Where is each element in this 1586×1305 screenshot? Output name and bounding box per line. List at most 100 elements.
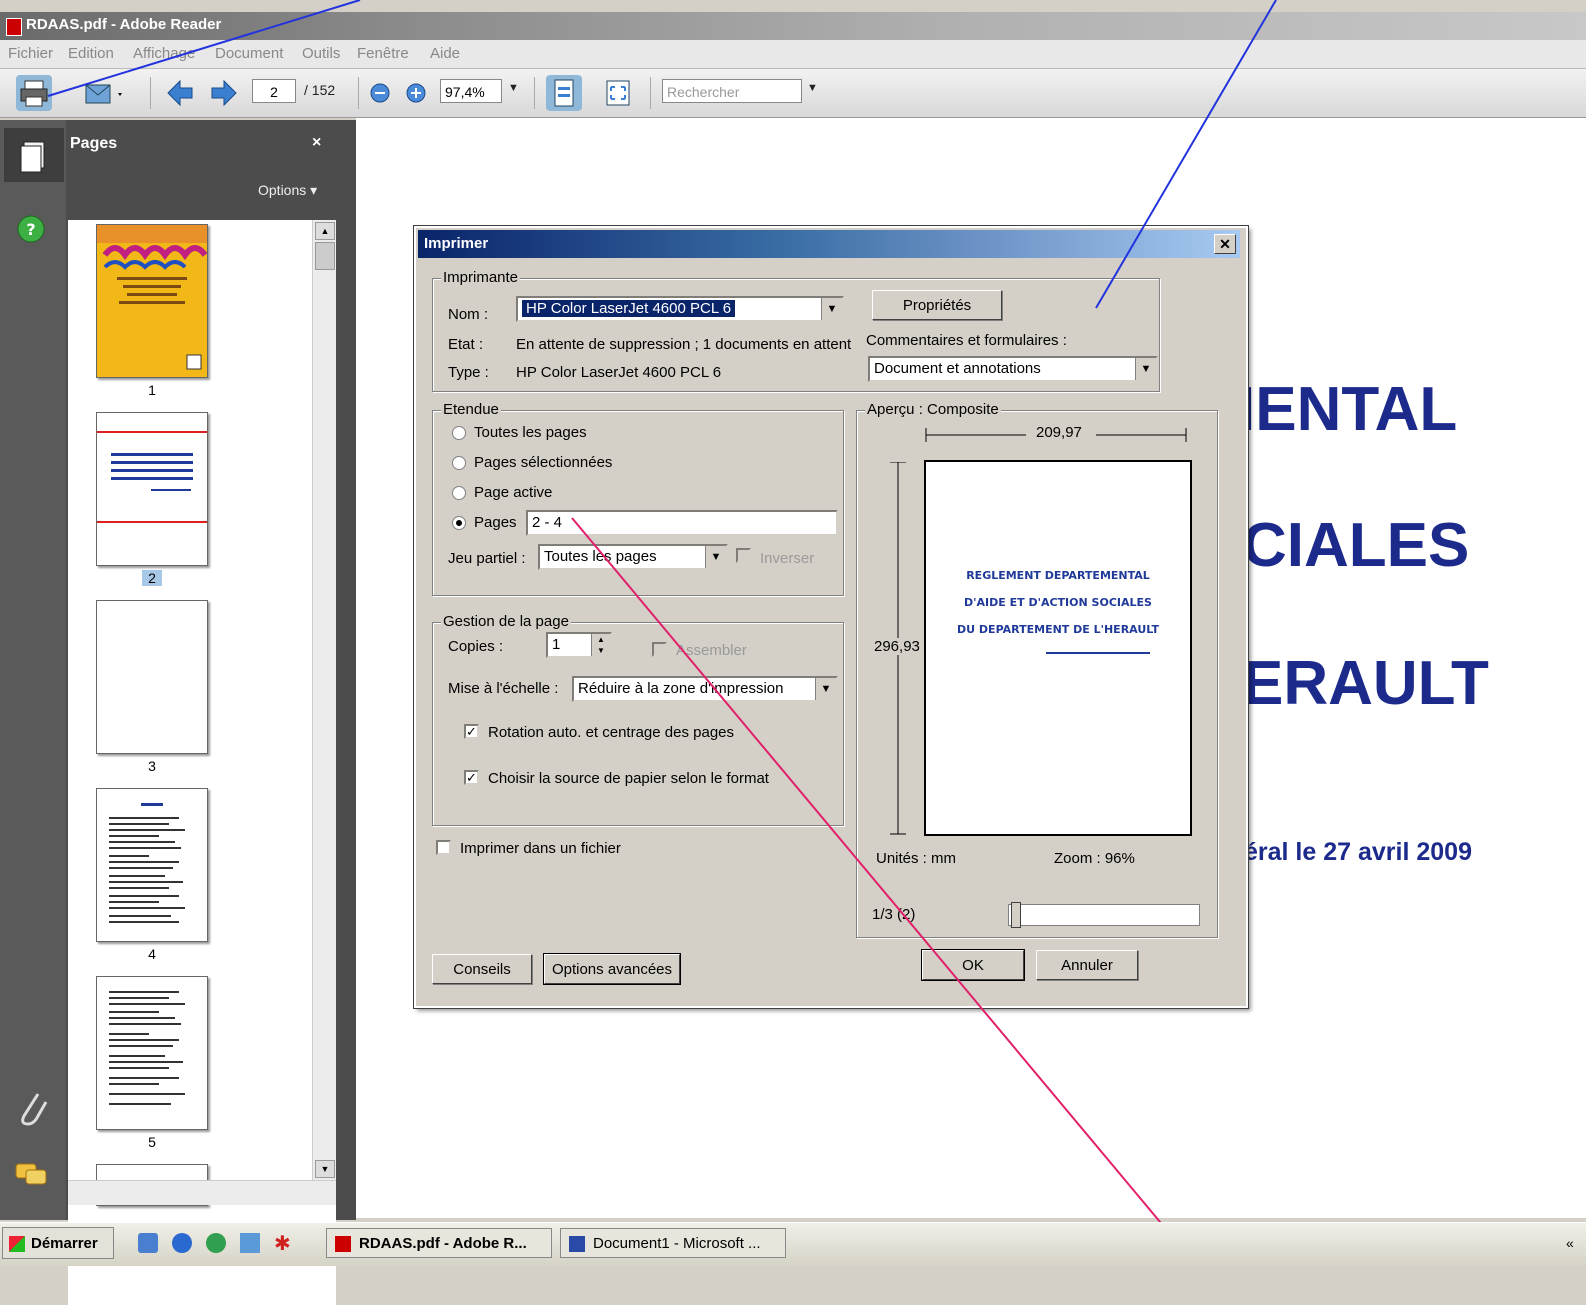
zoom-out-button[interactable]	[366, 75, 394, 111]
close-icon[interactable]: ✕	[1214, 234, 1236, 254]
scroll-down-icon[interactable]: ▼	[315, 1160, 335, 1178]
page-number-input[interactable]: 2	[252, 79, 296, 103]
spinner-arrows-icon[interactable]: ▲ ▼	[591, 634, 610, 656]
help-icon[interactable]: ?	[14, 212, 48, 246]
zoom-level-input[interactable]: 97,4%	[440, 79, 502, 103]
reverse-checkbox[interactable]	[736, 548, 751, 563]
chevron-down-icon: ▼	[705, 546, 726, 568]
page-thumbnail[interactable]	[96, 600, 208, 754]
print-to-file-label: Imprimer dans un fichier	[460, 840, 621, 857]
menu-outils[interactable]: Outils	[302, 45, 340, 62]
comments-icon[interactable]	[12, 1158, 52, 1192]
thumbnail-list[interactable]: 1 2 3 4 5 ▲ ▼	[68, 220, 336, 1305]
quicklaunch-icon[interactable]	[138, 1233, 158, 1253]
scroll-up-icon[interactable]: ▲	[315, 222, 335, 240]
word-app-icon	[569, 1236, 585, 1252]
page-total: / 152	[304, 82, 336, 98]
print-range-group-label: Etendue	[441, 401, 501, 418]
zoom-in-button[interactable]	[402, 75, 430, 111]
auto-rotate-label: Rotation auto. et centrage des pages	[488, 724, 735, 741]
menu-fichier[interactable]: Fichier	[8, 45, 53, 62]
toolbar: 2 / 152 97,4% ▼ Rechercher ▼	[0, 69, 1586, 118]
document-date-line: éral le 27 avril 2009	[1244, 838, 1472, 866]
preview-text-line: DU DEPARTEMENT DE L'HERAULT	[957, 623, 1159, 636]
chevron-down-icon: ▼	[1135, 358, 1156, 380]
menu-document[interactable]: Document	[215, 45, 283, 62]
print-button[interactable]	[16, 75, 52, 111]
printer-group-label: Imprimante	[441, 269, 521, 286]
page-handling-group-label: Gestion de la page	[441, 613, 571, 630]
subset-select[interactable]: Toutes les pages ▼	[538, 544, 728, 570]
page-thumbnail[interactable]	[96, 788, 208, 942]
preview-small-text	[1046, 652, 1150, 654]
zoom-out-icon	[370, 83, 390, 103]
attachment-paperclip-icon[interactable]	[14, 1088, 50, 1128]
menu-aide[interactable]: Aide	[430, 45, 460, 62]
preview-page-counter: 1/3 (2)	[872, 906, 916, 923]
printer-name-select[interactable]: HP Color LaserJet 4600 PCL 6 ▼	[516, 296, 844, 322]
slider-thumb[interactable]	[1011, 902, 1021, 928]
taskbar: Démarrer ✱ RDAAS.pdf - Adobe R... Docume…	[0, 1222, 1586, 1266]
full-screen-button[interactable]	[600, 75, 636, 111]
page-thumbnail[interactable]	[96, 224, 208, 378]
tray-expand-icon[interactable]: «	[1566, 1235, 1574, 1251]
pages-tab[interactable]	[4, 128, 64, 182]
thumbnail-vertical-scrollbar[interactable]: ▲ ▼	[312, 220, 336, 1190]
search-dropdown-arrow-icon[interactable]: ▼	[807, 82, 818, 94]
pages-panel-title: Pages	[70, 135, 118, 152]
printer-type-label: Type :	[448, 364, 489, 381]
copies-stepper[interactable]: 1 ▲ ▼	[546, 632, 612, 658]
radio-pages[interactable]	[452, 516, 466, 530]
comments-forms-select[interactable]: Document et annotations ▼	[868, 356, 1158, 382]
window-title-bar: RDAAS.pdf - Adobe Reader	[0, 12, 1586, 40]
page-thumbnail[interactable]	[96, 976, 208, 1130]
next-page-button[interactable]	[206, 75, 242, 111]
collate-checkbox[interactable]	[652, 642, 667, 657]
media-icon[interactable]	[206, 1233, 226, 1253]
previous-page-button[interactable]	[162, 75, 198, 111]
preview-height-value: 296,93	[874, 638, 920, 655]
menu-affichage[interactable]: Affichage	[133, 45, 195, 62]
toolbar-separator	[150, 77, 151, 109]
print-to-file-checkbox[interactable]	[436, 840, 451, 855]
paper-source-checkbox[interactable]: ✓	[464, 770, 479, 785]
page-fit-icon	[554, 79, 574, 107]
zoom-in-icon	[406, 83, 426, 103]
page-number-label: 3	[148, 758, 156, 774]
zoom-dropdown-arrow-icon[interactable]: ▼	[508, 82, 519, 94]
options-menu-button[interactable]: Options ▾	[258, 182, 317, 199]
email-button[interactable]	[82, 75, 122, 111]
radio-active-page[interactable]	[452, 486, 466, 500]
tips-button[interactable]: Conseils	[432, 954, 532, 984]
page-title-preview	[97, 431, 207, 523]
menu-edition[interactable]: Edition	[68, 45, 114, 62]
ok-button[interactable]: OK	[921, 949, 1025, 981]
menu-fenetre[interactable]: Fenêtre	[357, 45, 409, 62]
pages-range-input[interactable]: 2 - 4	[526, 510, 838, 536]
all-pages-label: Toutes les pages	[474, 424, 587, 441]
scaling-select[interactable]: Réduire à la zone d'impression ▼	[572, 676, 838, 702]
printer-type-value: HP Color LaserJet 4600 PCL 6	[516, 364, 722, 381]
radio-all-pages[interactable]	[452, 426, 466, 440]
auto-rotate-checkbox[interactable]: ✓	[464, 724, 479, 739]
advanced-options-button[interactable]: Options avancées	[543, 953, 681, 985]
browser-icon[interactable]	[172, 1233, 192, 1253]
scroll-thumb[interactable]	[315, 242, 335, 270]
desktop-icon[interactable]	[240, 1233, 260, 1253]
page-thumbnail[interactable]	[96, 412, 208, 566]
radio-selected-pages[interactable]	[452, 456, 466, 470]
single-page-view-button[interactable]	[546, 75, 582, 111]
start-button[interactable]: Démarrer	[2, 1227, 114, 1259]
cancel-button[interactable]: Annuler	[1036, 950, 1138, 980]
taskbar-task-adobe[interactable]: RDAAS.pdf - Adobe R...	[326, 1228, 552, 1258]
app-icon[interactable]: ✱	[274, 1231, 291, 1256]
document-title-line-2: CIALES	[1242, 511, 1470, 580]
thumbnail-horizontal-scrollbar[interactable]	[68, 1180, 336, 1205]
close-icon[interactable]: ×	[312, 134, 321, 152]
properties-button[interactable]: Propriétés	[872, 290, 1002, 320]
taskbar-task-word[interactable]: Document1 - Microsoft ...	[560, 1228, 786, 1258]
printer-state-value: En attente de suppression ; 1 documents …	[516, 336, 852, 353]
preview-page-slider[interactable]	[1008, 902, 1200, 928]
search-input[interactable]: Rechercher	[662, 79, 802, 103]
paper-source-label: Choisir la source de papier selon le for…	[488, 770, 769, 787]
